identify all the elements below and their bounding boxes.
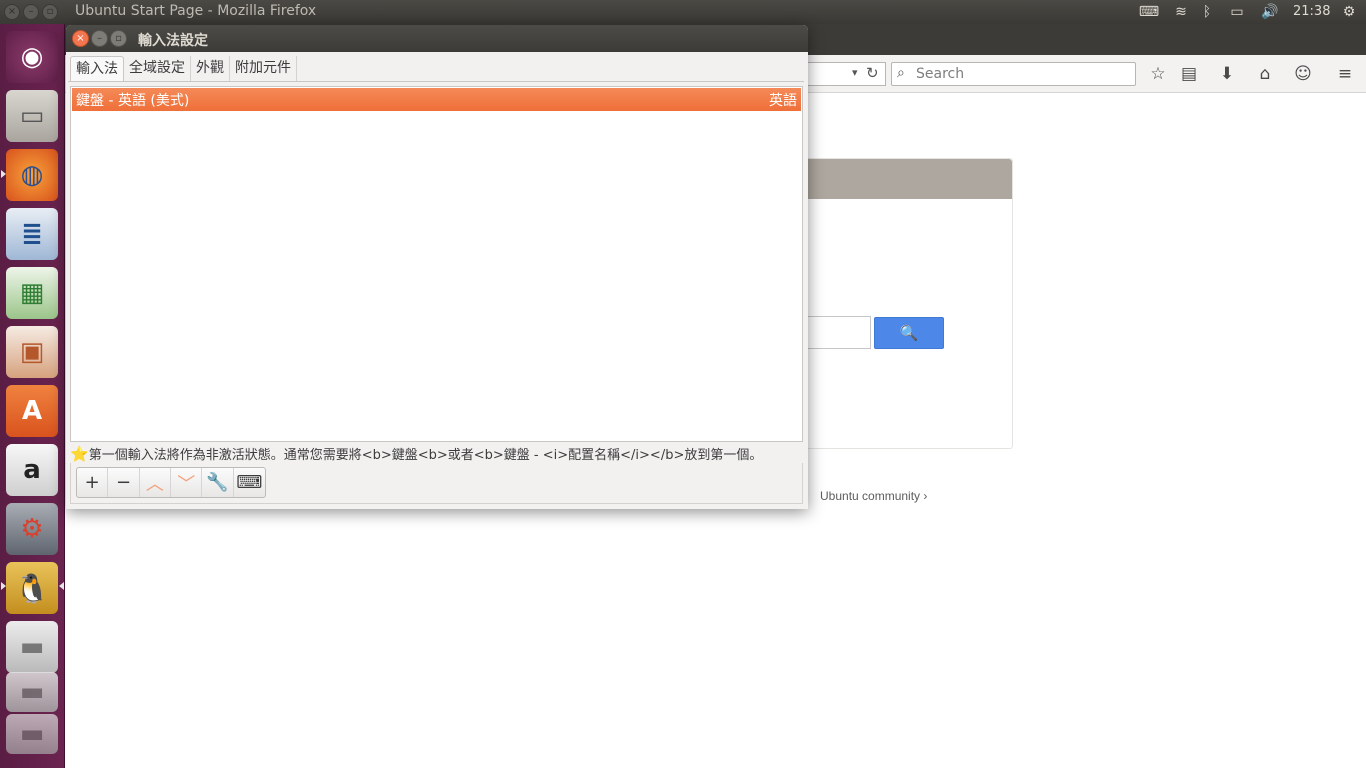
tab-divider bbox=[68, 81, 804, 82]
add-button[interactable]: + bbox=[77, 468, 109, 497]
menu-icon[interactable]: ≡ bbox=[1334, 63, 1356, 85]
bookmark-star-icon[interactable]: ☆ bbox=[1147, 63, 1169, 85]
reading-list-icon[interactable]: ▤ bbox=[1178, 63, 1200, 85]
window-title: Ubuntu Start Page - Mozilla Firefox bbox=[75, 3, 317, 19]
input-method-name: 鍵盤 - 英語 (美式) bbox=[76, 93, 190, 109]
hint-text: 第一個輸入法將作為非激活狀態。通常您需要將<b>鍵盤<b>或者<b>鍵盤 - <… bbox=[88, 448, 763, 463]
hint-text-row: ⭐第一個輸入法將作為非激活狀態。通常您需要將<b>鍵盤<b>或者<b>鍵盤 - … bbox=[70, 444, 806, 463]
bluetooth-icon[interactable]: ᛒ bbox=[1199, 2, 1215, 22]
tab-addons[interactable]: 附加元件 bbox=[230, 56, 297, 81]
tab-input-method[interactable]: 輸入法 bbox=[70, 56, 124, 81]
fcitx-icon[interactable]: 🐧 bbox=[6, 562, 58, 614]
minimize-icon[interactable]: – bbox=[91, 30, 108, 47]
files-icon[interactable]: ▭ bbox=[6, 90, 58, 142]
battery-icon[interactable]: ▭ bbox=[1224, 2, 1250, 22]
gear-icon[interactable]: ⚙ bbox=[1338, 2, 1360, 22]
ubuntu-dash-icon[interactable]: ◉ bbox=[6, 31, 58, 83]
start-search-button[interactable]: 🔍 bbox=[874, 317, 944, 349]
minimize-icon[interactable]: – bbox=[23, 4, 39, 20]
search-placeholder: Search bbox=[916, 66, 965, 82]
dropdown-icon[interactable]: ▾ bbox=[852, 66, 858, 79]
wifi-icon[interactable]: ≋ bbox=[1170, 2, 1192, 22]
list-item[interactable]: 鍵盤 - 英語 (美式) 英語 bbox=[72, 88, 801, 111]
drive-icon[interactable]: ▬ bbox=[6, 672, 58, 712]
star-icon: ⭐ bbox=[70, 445, 89, 463]
focused-indicator bbox=[59, 582, 64, 590]
impress-icon[interactable]: ▣ bbox=[6, 326, 58, 378]
running-indicator bbox=[1, 170, 6, 178]
amazon-icon[interactable]: a bbox=[6, 444, 58, 496]
configure-button[interactable]: 🔧 bbox=[202, 468, 234, 497]
close-icon[interactable]: × bbox=[72, 30, 89, 47]
firefox-icon[interactable]: ◍ bbox=[6, 149, 58, 201]
running-indicator bbox=[1, 582, 6, 590]
reload-icon[interactable]: ↻ bbox=[866, 64, 879, 82]
input-method-language: 英語 bbox=[769, 93, 797, 109]
close-icon[interactable]: × bbox=[4, 4, 20, 20]
url-bar[interactable]: ▾ ↻ bbox=[808, 62, 886, 86]
drive-icon[interactable]: ▬ bbox=[6, 621, 58, 673]
keyboard-icon[interactable]: ⌨ bbox=[1138, 2, 1160, 22]
clock[interactable]: 21:38 bbox=[1293, 4, 1330, 19]
input-method-list[interactable]: 鍵盤 - 英語 (美式) 英語 bbox=[70, 86, 803, 442]
chat-icon[interactable]: ☺ bbox=[1292, 63, 1314, 85]
input-method-toolbar: + − ︿ ﹀ 🔧 ⌨ bbox=[76, 467, 266, 498]
top-panel: × – ▫ Ubuntu Start Page - Mozilla Firefo… bbox=[0, 0, 1366, 24]
maximize-icon[interactable]: ▫ bbox=[42, 4, 58, 20]
move-down-button[interactable]: ﹀ bbox=[171, 468, 203, 497]
drive-icon[interactable]: ▬ bbox=[6, 714, 58, 754]
ubuntu-community-link[interactable]: Ubuntu community › bbox=[820, 489, 927, 503]
maximize-icon[interactable]: ▫ bbox=[110, 30, 127, 47]
tab-appearance[interactable]: 外觀 bbox=[191, 56, 230, 81]
home-icon[interactable]: ⌂ bbox=[1254, 63, 1276, 85]
writer-icon[interactable]: ≣ bbox=[6, 208, 58, 260]
volume-icon[interactable]: 🔊 bbox=[1259, 2, 1281, 22]
start-search-input[interactable] bbox=[801, 316, 871, 349]
settings-icon[interactable]: ⚙ bbox=[6, 503, 58, 555]
dialog-title: 輸入法設定 bbox=[138, 33, 208, 49]
dialog-titlebar[interactable]: × – ▫ 輸入法設定 bbox=[66, 25, 808, 52]
software-center-icon[interactable]: A bbox=[6, 385, 58, 437]
search-icon: ⌕ bbox=[897, 65, 905, 81]
tab-bar: 輸入法 全域設定 外觀 附加元件 bbox=[70, 56, 297, 81]
launcher: ◉ ▭ ◍ ≣ ▦ ▣ A a ⚙ 🐧 ▬ ▬ ▬ bbox=[0, 24, 65, 768]
download-icon[interactable]: ⬇ bbox=[1216, 63, 1238, 85]
calc-icon[interactable]: ▦ bbox=[6, 267, 58, 319]
im-config-dialog: × – ▫ 輸入法設定 輸入法 全域設定 外觀 附加元件 鍵盤 - 英語 (美式… bbox=[66, 25, 808, 509]
move-up-button[interactable]: ︿ bbox=[140, 468, 172, 497]
remove-button[interactable]: − bbox=[108, 468, 140, 497]
search-input[interactable]: ⌕ Search bbox=[891, 62, 1136, 86]
tab-global-config[interactable]: 全域設定 bbox=[124, 56, 191, 81]
keyboard-layout-button[interactable]: ⌨ bbox=[234, 468, 265, 497]
